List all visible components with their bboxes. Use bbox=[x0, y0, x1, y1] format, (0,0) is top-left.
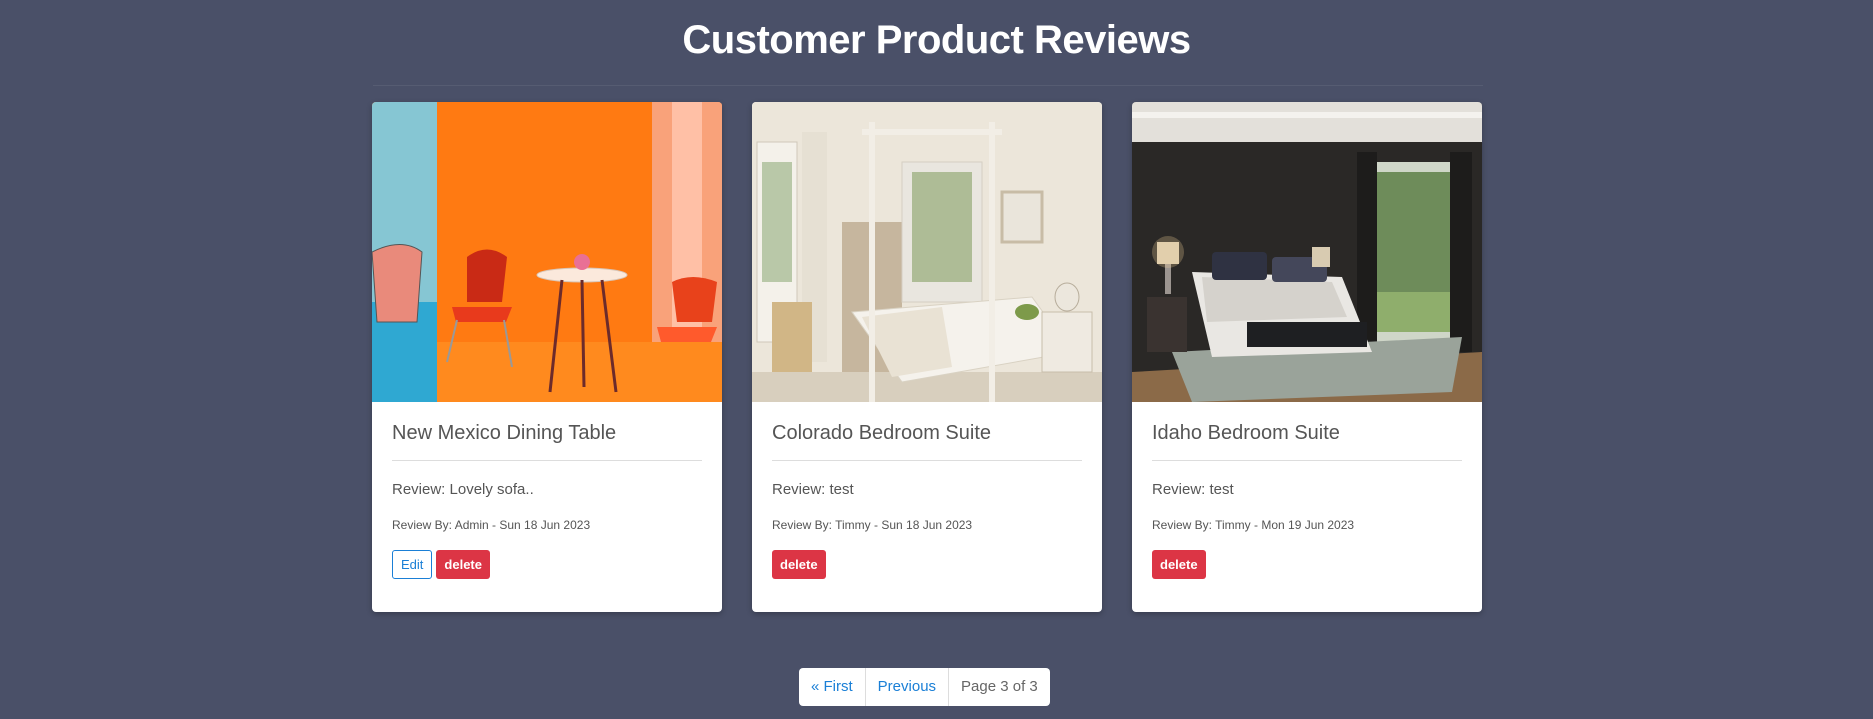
delete-button[interactable]: delete bbox=[772, 550, 826, 579]
delete-button[interactable]: delete bbox=[1152, 550, 1206, 579]
title-divider bbox=[373, 85, 1483, 86]
delete-button[interactable]: delete bbox=[436, 550, 490, 579]
review-card: Idaho Bedroom Suite Review: test Review … bbox=[1132, 102, 1482, 612]
product-image bbox=[372, 102, 722, 402]
product-name: Idaho Bedroom Suite bbox=[1152, 422, 1462, 461]
pagination-current-page: Page 3 of 3 bbox=[961, 678, 1038, 695]
review-text: Review: Lovely sofa.. bbox=[392, 481, 534, 498]
review-card: New Mexico Dining Table Review: Lovely s… bbox=[372, 102, 722, 612]
pagination-first-link[interactable]: « First bbox=[799, 668, 866, 706]
edit-button[interactable]: Edit bbox=[392, 550, 433, 579]
card-actions: delete bbox=[772, 550, 1082, 579]
review-meta: Review By: Admin - Sun 18 Jun 2023 bbox=[392, 518, 591, 532]
page-title: Customer Product Reviews bbox=[682, 18, 1191, 62]
card-actions: delete bbox=[1152, 550, 1462, 579]
product-image bbox=[1132, 102, 1482, 402]
review-text: Review: test bbox=[1152, 481, 1234, 498]
review-meta: Review By: Timmy - Sun 18 Jun 2023 bbox=[772, 518, 973, 532]
review-meta: Review By: Timmy - Mon 19 Jun 2023 bbox=[1152, 518, 1355, 532]
pagination-previous-link[interactable]: Previous bbox=[866, 668, 950, 706]
card-actions: Edit delete bbox=[392, 550, 702, 579]
review-card: Colorado Bedroom Suite Review: test Revi… bbox=[752, 102, 1102, 612]
product-name: New Mexico Dining Table bbox=[392, 422, 702, 461]
product-name: Colorado Bedroom Suite bbox=[772, 422, 1082, 461]
product-image bbox=[752, 102, 1102, 402]
pagination: « First Previous Page 3 of 3 bbox=[799, 668, 1050, 706]
review-text: Review: test bbox=[772, 481, 854, 498]
